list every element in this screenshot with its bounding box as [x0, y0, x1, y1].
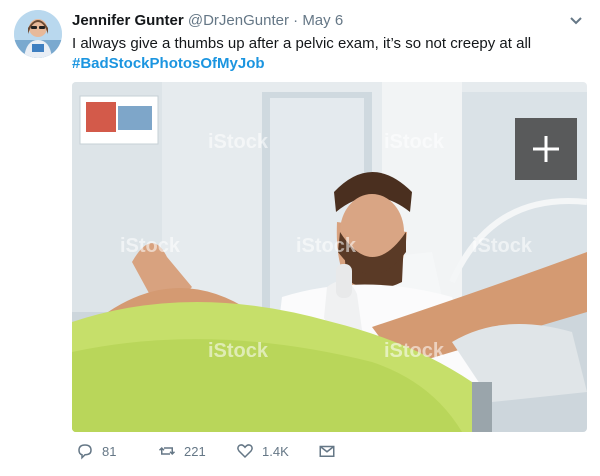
avatar-image	[14, 10, 62, 58]
expand-photo-button[interactable]	[515, 118, 577, 180]
retweet-icon	[158, 446, 176, 456]
like-button[interactable]: 1.4K	[236, 442, 289, 460]
svg-text:iStock: iStock	[472, 235, 533, 257]
svg-text:iStock: iStock	[384, 340, 445, 362]
tweet-photo[interactable]: iStock iStock iStock iStock iStock iStoc…	[72, 82, 587, 432]
svg-text:iStock: iStock	[120, 235, 181, 257]
stock-photo-image: iStock iStock iStock iStock iStock iStoc…	[72, 82, 587, 432]
retweet-count: 221	[184, 443, 206, 459]
retweet-button[interactable]: 221	[158, 442, 206, 460]
heart-icon	[237, 444, 253, 459]
like-count: 1.4K	[262, 443, 289, 459]
author-handle[interactable]: @DrJenGunter	[188, 12, 289, 29]
tweet-card: Jennifer Gunter @DrJenGunter · May 6 I a…	[0, 0, 600, 476]
reply-count: 81	[102, 443, 117, 459]
tweet-header: Jennifer Gunter @DrJenGunter · May 6	[72, 12, 343, 29]
svg-text:iStock: iStock	[208, 131, 269, 153]
reply-icon	[78, 444, 92, 460]
author-name[interactable]: Jennifer Gunter	[72, 12, 184, 29]
avatar[interactable]	[14, 10, 62, 58]
tweet-text: I always give a thumbs up after a pelvic…	[72, 34, 582, 74]
hashtag-link[interactable]: #BadStockPhotosOfMyJob	[72, 54, 582, 74]
reply-button[interactable]: 81	[76, 442, 116, 460]
chevron-down-icon[interactable]	[568, 12, 584, 28]
separator-dot: ·	[293, 12, 299, 29]
plus-icon	[533, 136, 559, 162]
tweet-body: I always give a thumbs up after a pelvic…	[72, 35, 532, 52]
tweet-actions: 81 221 1.4K	[72, 442, 392, 468]
svg-text:iStock: iStock	[384, 131, 445, 153]
tweet-date[interactable]: May 6	[302, 12, 343, 29]
message-button[interactable]	[318, 442, 336, 460]
svg-text:iStock: iStock	[296, 235, 357, 257]
envelope-icon	[319, 445, 335, 457]
svg-text:iStock: iStock	[208, 340, 269, 362]
